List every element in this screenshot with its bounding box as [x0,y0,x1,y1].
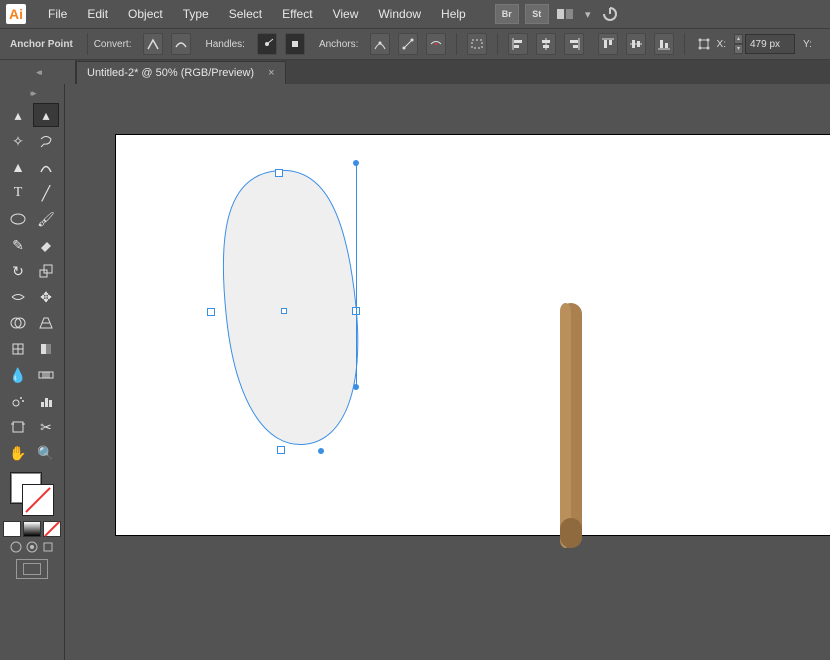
isolate-icon[interactable] [467,33,487,55]
eraser-tool[interactable] [33,233,59,257]
document-tab-title: Untitled-2* @ 50% (RGB/Preview) [87,67,254,79]
curvature-tool[interactable] [33,155,59,179]
hide-handles-icon[interactable] [285,33,305,55]
x-input[interactable] [745,34,795,54]
menu-edit[interactable]: Edit [77,0,118,28]
gpu-preview-icon[interactable] [599,5,621,23]
ellipse-tool[interactable] [5,207,31,231]
paintbrush-tool[interactable]: 🖌 [33,207,59,231]
width-tool[interactable] [5,285,31,309]
align-hcenter-icon[interactable] [536,33,556,55]
handle-bottom-anchor[interactable] [318,448,324,454]
handle-bottom[interactable] [353,384,359,390]
draw-mode-icons[interactable] [10,541,54,553]
direct-selection-tool[interactable]: ▴ [33,103,59,127]
center-point [281,308,287,314]
menu-type[interactable]: Type [173,0,219,28]
align-left-icon[interactable] [508,33,528,55]
lasso-tool[interactable] [33,129,59,153]
connect-anchor-icon[interactable] [398,33,418,55]
transform-icon[interactable] [695,34,713,54]
workspace: ▸▸ ▴▴ ✧ ▲ T╱ 🖌 ✎ ↻ ✥ 💧 ✂ ✋🔍 [0,84,830,660]
x-label: X: [717,39,726,50]
document-tab[interactable]: Untitled-2* @ 50% (RGB/Preview) × [76,61,286,84]
pencil-tool[interactable]: ✎ [5,233,31,257]
handle-line [356,163,357,388]
selection-mode-label: Anchor Point [10,39,73,50]
hand-tool[interactable]: ✋ [5,441,31,465]
arrange-docs-icon[interactable] [555,5,577,23]
magic-wand-tool[interactable]: ✧ [5,129,31,153]
gradient-mode-swatch[interactable] [23,521,41,537]
remove-anchor-icon[interactable] [370,33,390,55]
menu-window[interactable]: Window [368,0,431,28]
tools-panel: ▸▸ ▴▴ ✧ ▲ T╱ 🖌 ✎ ↻ ✥ 💧 ✂ ✋🔍 [0,84,65,660]
color-mode-swatch[interactable] [3,521,21,537]
selected-path[interactable] [211,165,371,455]
anchors-label: Anchors: [319,39,358,50]
screen-mode-icon[interactable] [16,559,48,579]
shape-builder-tool[interactable] [5,311,31,335]
menu-effect[interactable]: Effect [272,0,322,28]
canvas[interactable] [65,84,830,660]
control-bar: Anchor Point Convert: Handles: Anchors: … [0,29,830,60]
bridge-icon[interactable]: Br [495,4,519,24]
zoom-tool[interactable]: 🔍 [33,441,59,465]
blend-tool[interactable] [33,363,59,387]
line-tool[interactable]: ╱ [33,181,59,205]
artboard-tool[interactable] [5,415,31,439]
close-tab-icon[interactable]: × [268,67,274,79]
eyedropper-tool[interactable]: 💧 [5,363,31,387]
cut-path-icon[interactable] [426,33,446,55]
convert-smooth-icon[interactable] [171,33,191,55]
align-bottom-icon[interactable] [654,33,674,55]
align-right-icon[interactable] [564,33,584,55]
perspective-tool[interactable] [33,311,59,335]
tools-grip-icon[interactable]: ▸▸ [2,88,62,98]
arrange-dropdown-icon[interactable]: ▾ [583,5,593,23]
none-mode-swatch[interactable] [43,521,61,537]
show-handles-icon[interactable] [257,33,277,55]
handle-top[interactable] [353,160,359,166]
menu-help[interactable]: Help [431,0,476,28]
handles-label: Handles: [205,39,244,50]
anchor-bottom[interactable] [277,446,285,454]
app-logo: Ai [6,4,26,24]
stock-icon[interactable]: St [525,4,549,24]
symbol-sprayer-tool[interactable] [5,389,31,413]
anchor-top[interactable] [275,169,283,177]
artboard[interactable] [115,134,830,536]
y-label: Y: [803,39,812,50]
column-graph-tool[interactable] [33,389,59,413]
align-top-icon[interactable] [598,33,618,55]
stroke-swatch[interactable] [22,484,54,516]
stick-object[interactable] [556,303,586,548]
type-tool[interactable]: T [5,181,31,205]
panel-grip-icon[interactable]: ◂◂ [0,60,76,84]
free-transform-tool[interactable]: ✥ [33,285,59,309]
fill-stroke-swatch[interactable] [10,472,54,516]
anchor-left[interactable] [207,308,215,316]
menu-select[interactable]: Select [219,0,272,28]
align-vcenter-icon[interactable] [626,33,646,55]
menu-file[interactable]: File [38,0,77,28]
convert-label: Convert: [94,39,132,50]
x-stepper[interactable]: ▴▾ [734,34,743,54]
scale-tool[interactable] [33,259,59,283]
selection-tool[interactable]: ▴ [5,103,31,127]
pen-tool[interactable]: ▲ [5,155,31,179]
slice-tool[interactable]: ✂ [33,415,59,439]
rotate-tool[interactable]: ↻ [5,259,31,283]
convert-corner-icon[interactable] [143,33,163,55]
menu-bar: Ai File Edit Object Type Select Effect V… [0,0,830,29]
menu-object[interactable]: Object [118,0,173,28]
document-tab-strip: Untitled-2* @ 50% (RGB/Preview) × [76,60,830,84]
menu-view[interactable]: View [323,0,369,28]
mesh-tool[interactable] [5,337,31,361]
gradient-tool[interactable] [33,337,59,361]
